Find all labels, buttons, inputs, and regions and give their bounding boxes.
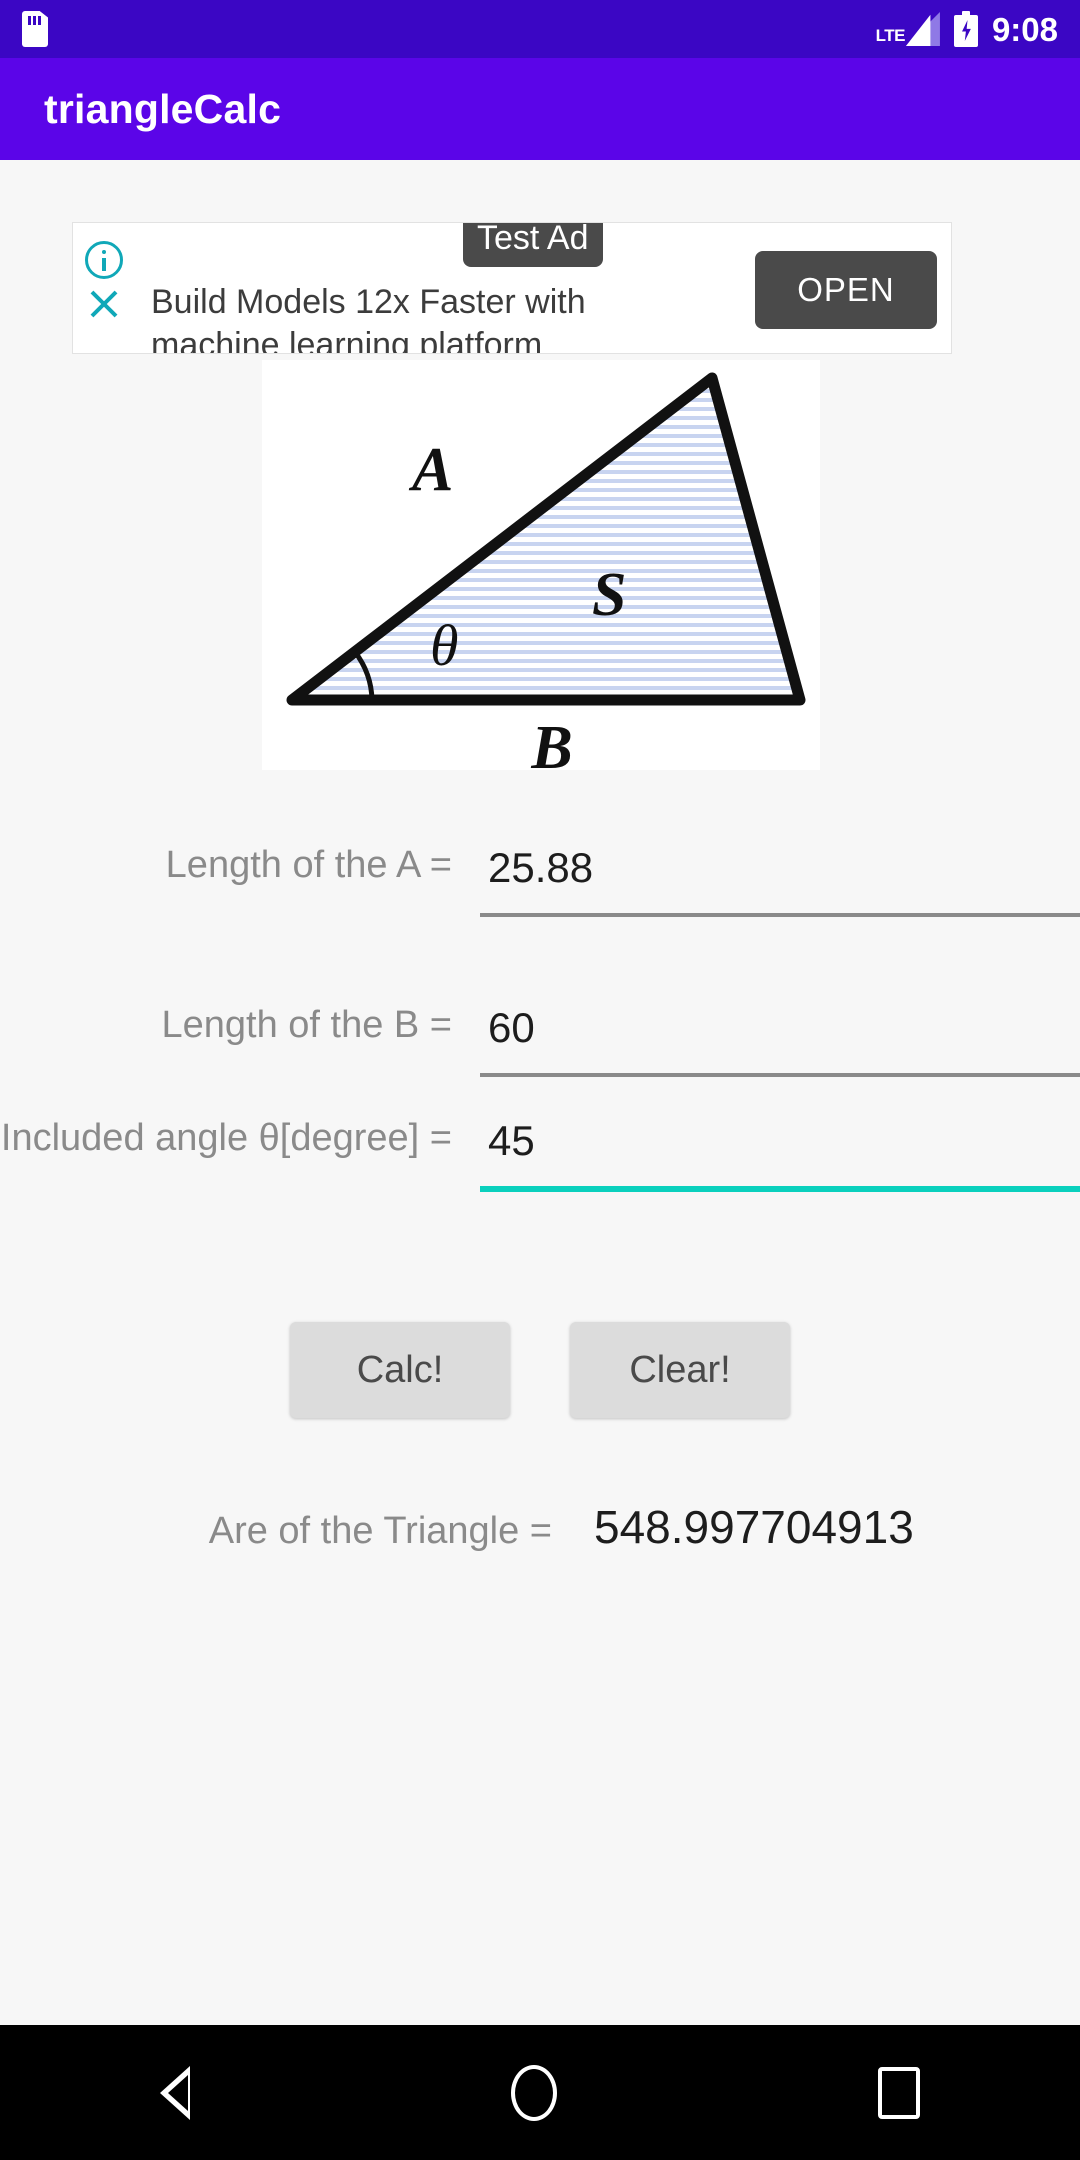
- status-bar-clock: 9:08: [991, 10, 1058, 48]
- triangle-diagram: A B S θ: [262, 360, 820, 770]
- battery-charging-icon: [953, 11, 978, 47]
- included-angle-underline: [480, 1186, 1080, 1193]
- result-row: Are of the Triangle = 548.997704913: [0, 1500, 1080, 1554]
- status-bar: LTE 9:08: [0, 0, 1080, 58]
- svg-text:A: A: [408, 436, 453, 504]
- back-triangle-icon[interactable]: [160, 2065, 191, 2120]
- ad-headline-line2: machine learning platform: [151, 325, 543, 354]
- test-ad-badge: Test Ad: [463, 223, 603, 267]
- calc-button[interactable]: Calc!: [290, 1322, 510, 1418]
- result-value: 548.997704913: [594, 1501, 914, 1553]
- app-bar: triangleCalc: [0, 58, 1080, 160]
- length-a-underline: [480, 913, 1080, 918]
- button-row: Calc! Clear!: [0, 1322, 1080, 1418]
- included-angle-value[interactable]: 45: [480, 1117, 1080, 1164]
- ad-icon-column: [85, 241, 133, 323]
- included-angle-field[interactable]: 45: [480, 1117, 1080, 1193]
- page-title: triangleCalc: [44, 85, 282, 132]
- status-bar-left: [22, 11, 48, 47]
- status-bar-right: LTE 9:08: [876, 11, 1058, 47]
- ad-headline-line1: Build Models 12x Faster with: [151, 283, 586, 321]
- ad-headline: Build Models 12x Faster with machine lea…: [151, 281, 671, 354]
- app-screen: LTE 9:08 triangleCalc Build Models 12x F…: [0, 0, 1080, 2160]
- length-b-label: Length of the B =: [161, 1004, 452, 1046]
- form-row-included-angle: Included angle θ[degree] = 45: [0, 1117, 1080, 1193]
- svg-text:S: S: [592, 561, 626, 629]
- ad-open-button[interactable]: OPEN: [755, 251, 937, 329]
- sd-card-icon: [22, 11, 48, 47]
- close-icon[interactable]: [85, 285, 123, 323]
- form-row-length-a: Length of the A = 25.88: [0, 844, 1080, 918]
- length-a-field[interactable]: 25.88: [480, 844, 1080, 918]
- form-row-length-b: Length of the B = 60: [0, 1004, 1080, 1078]
- included-angle-label: Included angle θ[degree] =: [0, 1117, 452, 1159]
- result-label: Are of the Triangle =: [208, 1510, 552, 1552]
- clear-button[interactable]: Clear!: [570, 1322, 790, 1418]
- recents-square-icon[interactable]: [877, 2066, 920, 2119]
- home-circle-icon[interactable]: [510, 2064, 557, 2121]
- triangle-diagram-svg: A B S θ: [286, 372, 806, 770]
- network-type-label: LTE: [875, 26, 906, 45]
- svg-text:θ: θ: [430, 613, 459, 678]
- length-b-field[interactable]: 60: [480, 1004, 1080, 1078]
- svg-text:B: B: [530, 714, 572, 770]
- android-navigation-bar: [0, 2025, 1080, 2160]
- length-a-value[interactable]: 25.88: [480, 844, 1080, 891]
- length-b-underline: [480, 1073, 1080, 1078]
- ad-banner[interactable]: Build Models 12x Faster with machine lea…: [72, 222, 952, 354]
- length-a-label: Length of the A =: [165, 844, 452, 886]
- info-icon[interactable]: [85, 241, 123, 279]
- signal-bars-icon: LTE: [876, 12, 940, 46]
- length-b-value[interactable]: 60: [480, 1004, 1080, 1051]
